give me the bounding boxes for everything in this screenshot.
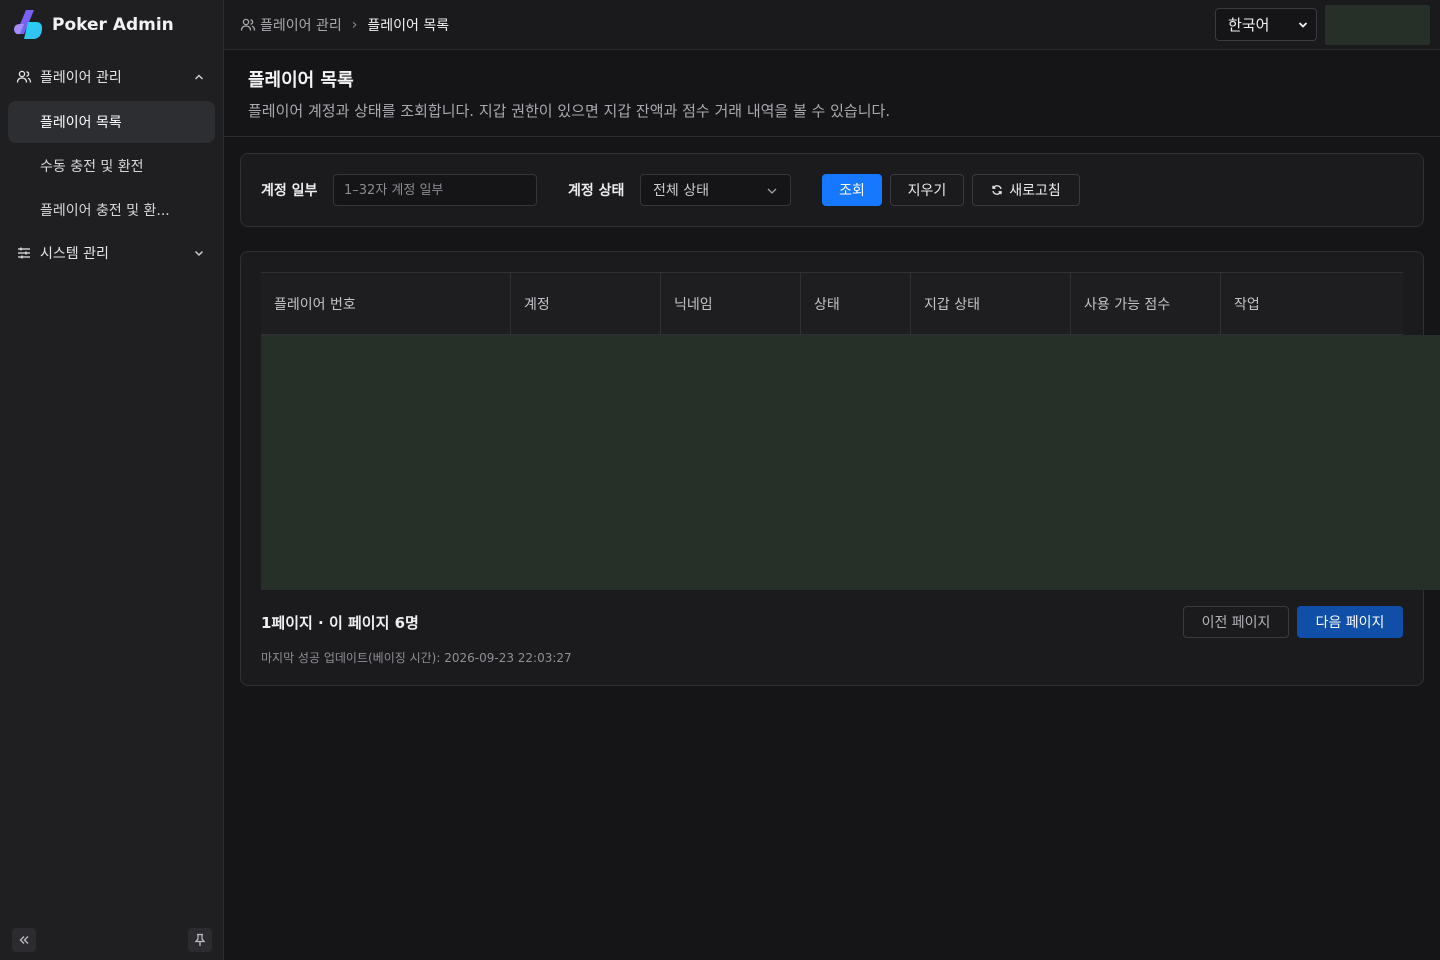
column-header-player-id[interactable]: 플레이어 번호 (261, 273, 510, 334)
search-button[interactable]: 조회 (822, 174, 882, 206)
chevron-down-icon (1298, 22, 1308, 28)
user-menu-placeholder[interactable] (1325, 5, 1430, 45)
page-description: 플레이어 계정과 상태를 조회합니다. 지갑 권한이 있으면 지갑 잔액과 점수… (248, 102, 891, 120)
refresh-button[interactable]: 새로고침 (972, 174, 1080, 206)
pagination-info: 1페이지 · 이 페이지 6명 (261, 614, 419, 632)
page-title: 플레이어 목록 (248, 70, 354, 91)
top-header: 플레이어 관리 › 플레이어 목록 한국어 (224, 0, 1440, 50)
column-header-nickname[interactable]: 닉네임 (660, 273, 800, 334)
language-select-value: 한국어 (1228, 16, 1270, 34)
account-filter-label: 계정 일부 (261, 183, 318, 199)
sidebar-group-label: 플레이어 관리 (40, 70, 122, 86)
sidebar: Poker Admin 플레이어 관리 플레이어 목록 수동 충전 및 환전 플… (0, 0, 224, 960)
column-header-account[interactable]: 계정 (510, 273, 660, 334)
previous-page-button[interactable]: 이전 페이지 (1183, 606, 1289, 638)
account-filter-input[interactable] (333, 174, 537, 206)
sidebar-group-system-management[interactable]: 시스템 관리 (8, 233, 215, 273)
double-chevron-left-icon (19, 936, 29, 944)
sidebar-group-player-management[interactable]: 플레이어 관리 (8, 57, 215, 97)
users-icon (240, 18, 256, 31)
brand-name: Poker Admin (52, 15, 174, 35)
pin-icon (194, 933, 206, 946)
column-header-status[interactable]: 상태 (800, 273, 910, 334)
sidebar-item-player-list[interactable]: 플레이어 목록 (8, 101, 215, 143)
chevron-up-icon (194, 74, 204, 80)
breadcrumb: 플레이어 관리 › 플레이어 목록 (240, 0, 449, 49)
column-header-available-points[interactable]: 사용 가능 점수 (1070, 273, 1220, 334)
sliders-icon (16, 245, 32, 261)
status-filter-value: 전체 상태 (653, 183, 709, 199)
chevron-down-icon (767, 188, 777, 194)
player-table-panel: 플레이어 번호 계정 닉네임 상태 지갑 상태 사용 가능 점수 작업 1페이지… (240, 251, 1440, 686)
filter-panel: 계정 일부 계정 상태 전체 상태 조회 지우기 새로고침 (240, 153, 1424, 227)
users-icon (16, 69, 32, 85)
sidebar-item-player-charge[interactable]: 플레이어 충전 및 환... (8, 189, 215, 231)
status-filter-label: 계정 상태 (568, 183, 625, 199)
column-header-actions[interactable]: 작업 (1220, 273, 1403, 334)
next-page-button[interactable]: 다음 페이지 (1297, 606, 1403, 638)
app-root: Poker Admin 플레이어 관리 플레이어 목록 수동 충전 및 환전 플… (0, 0, 1440, 960)
last-updated-text: 마지막 성공 업데이트(베이징 시간): 2026-09-23 22:03:27 (261, 651, 572, 665)
clear-button[interactable]: 지우기 (890, 174, 964, 206)
chevron-down-icon (194, 250, 204, 257)
collapse-sidebar-button[interactable] (12, 928, 36, 952)
pin-sidebar-button[interactable] (188, 928, 212, 952)
status-filter-select[interactable]: 전체 상태 (640, 174, 791, 206)
table-body (261, 335, 1440, 590)
refresh-icon (992, 185, 1002, 195)
sidebar-item-manual-charge[interactable]: 수동 충전 및 환전 (8, 145, 215, 187)
table-header-row: 플레이어 번호 계정 닉네임 상태 지갑 상태 사용 가능 점수 작업 (261, 272, 1403, 335)
logo-icon (14, 10, 42, 39)
breadcrumb-separator: › (351, 16, 358, 33)
language-select[interactable]: 한국어 (1215, 8, 1317, 41)
refresh-button-label: 새로고침 (1009, 183, 1061, 199)
breadcrumb-current: 플레이어 목록 (367, 17, 450, 34)
page-header: 플레이어 목록 플레이어 계정과 상태를 조회합니다. 지갑 권한이 있으면 지… (224, 50, 1440, 137)
sidebar-group-label: 시스템 관리 (40, 246, 109, 262)
column-header-wallet-status[interactable]: 지갑 상태 (910, 273, 1070, 334)
breadcrumb-parent[interactable]: 플레이어 관리 (260, 15, 342, 35)
brand[interactable]: Poker Admin (12, 8, 174, 42)
